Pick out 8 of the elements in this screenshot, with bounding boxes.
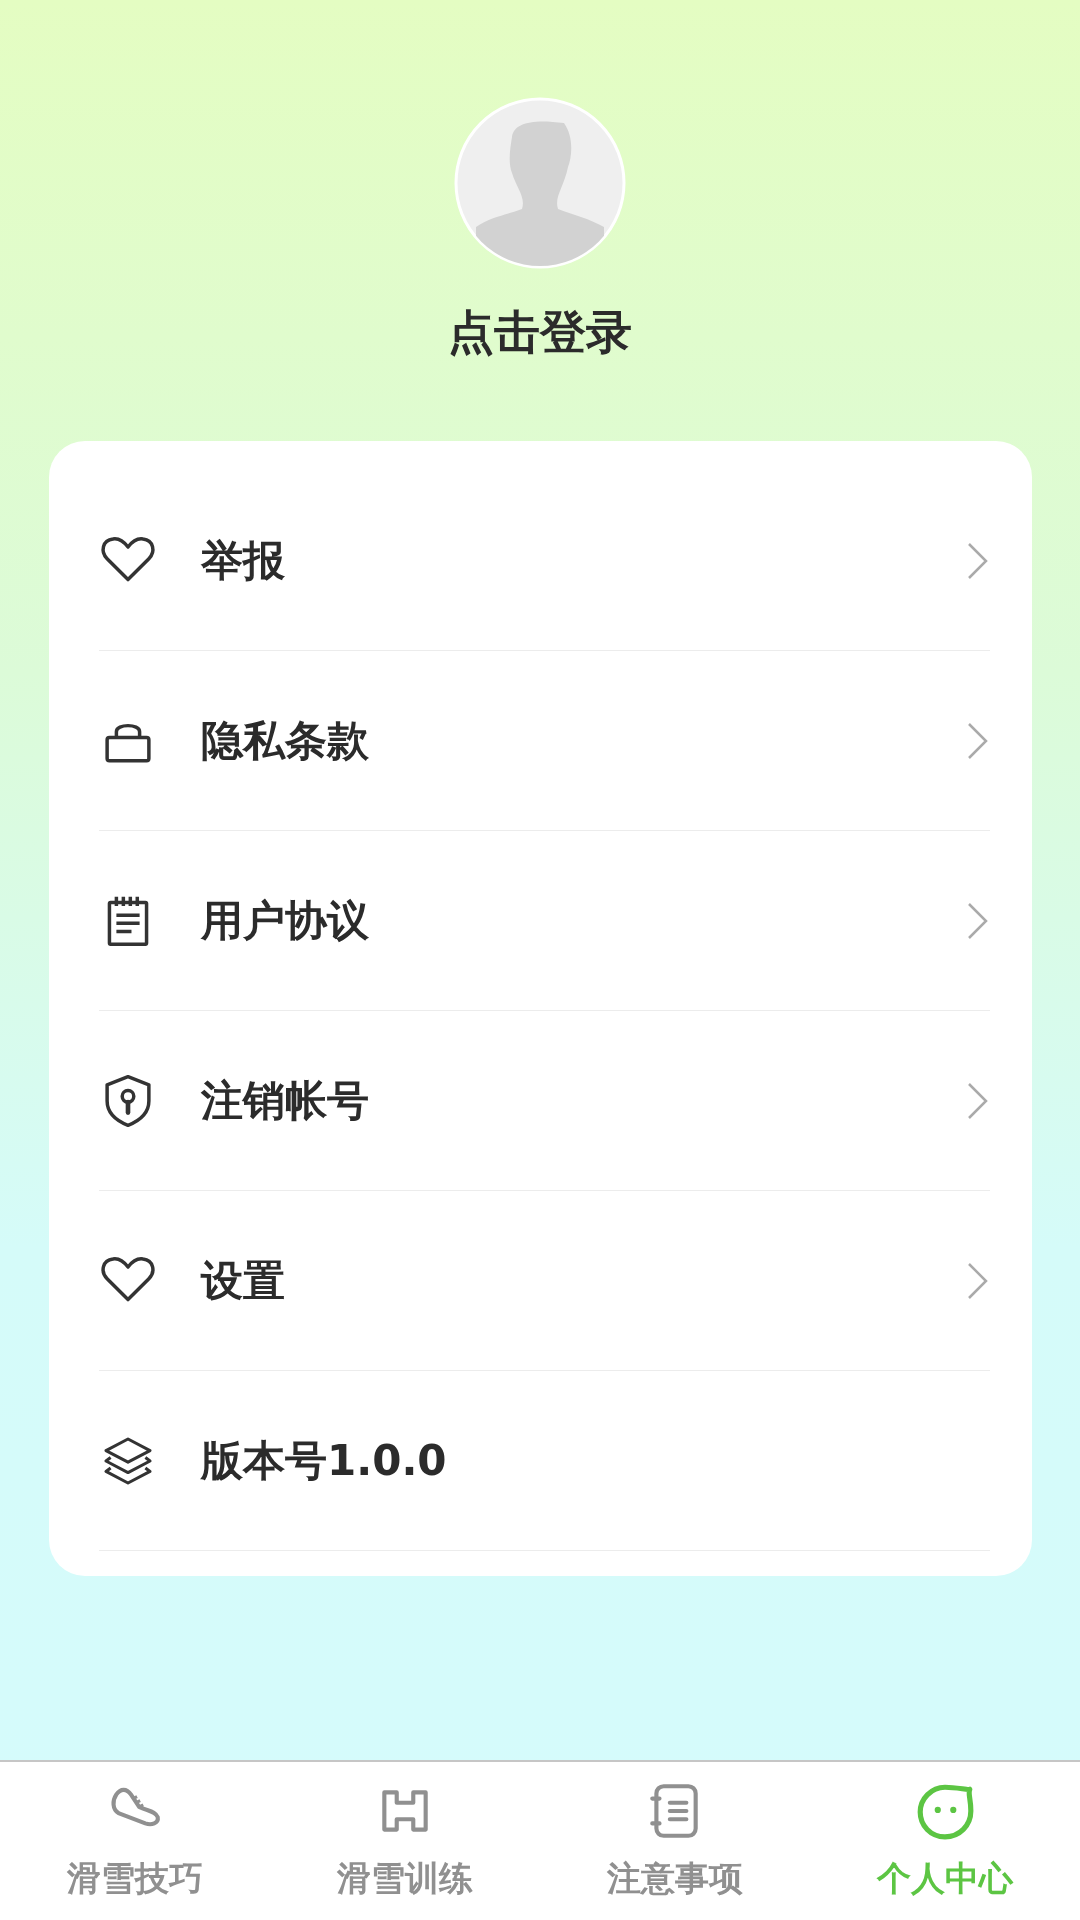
login-label[interactable]: 点击登录 — [448, 302, 632, 362]
avatar-icon[interactable] — [454, 97, 626, 269]
menu-item[interactable]: 举报 — [99, 471, 990, 651]
menu-item[interactable]: 用户协议 — [99, 831, 990, 1011]
menu-item[interactable]: 隐私条款 — [99, 651, 990, 831]
menu-item[interactable]: 设置 — [99, 1191, 990, 1371]
menu-item[interactable]: 注销帐号 — [99, 1011, 990, 1191]
menu-item[interactable]: 版本号1.0.0 — [99, 1371, 990, 1551]
